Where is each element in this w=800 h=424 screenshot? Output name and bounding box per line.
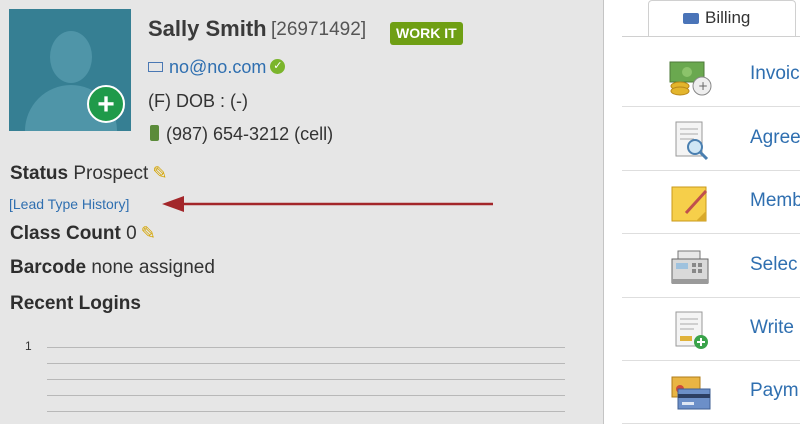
billing-item-label: Memb: [750, 190, 800, 211]
phone-number: (987) 654-3212 (cell): [166, 124, 334, 144]
phone-row: (987) 654-3212 (cell): [150, 124, 333, 145]
billing-item-select[interactable]: Selec: [622, 235, 800, 298]
lead-type-history-link[interactable]: [Lead Type History]: [9, 196, 129, 212]
billing-item-membership[interactable]: Memb: [622, 171, 800, 234]
gender-dob: (F) DOB : (-): [148, 91, 248, 111]
member-name: Sally Smith: [148, 16, 267, 41]
cash-register-icon: [671, 250, 709, 284]
edit-status-pencil-icon[interactable]: ✎: [152, 163, 167, 184]
tab-divider: [622, 36, 800, 37]
svg-text:+: +: [698, 79, 708, 93]
billing-item-label: Agree: [750, 127, 800, 148]
write-document-icon: [675, 311, 708, 349]
mobile-phone-icon: [150, 125, 159, 142]
billing-item-label: Selec: [750, 254, 798, 275]
barcode-label: Barcode: [10, 257, 87, 278]
status-row: Status Prospect ✎: [10, 163, 167, 185]
chart-y-tick-label: 1: [25, 339, 32, 353]
class-count-label: Class Count: [10, 223, 121, 244]
billing-item-label: Invoic: [750, 63, 800, 84]
avatar[interactable]: +: [9, 9, 131, 131]
tab-billing[interactable]: Billing: [648, 0, 796, 36]
work-it-button[interactable]: WORK IT: [390, 22, 463, 45]
billing-item-label: Paym: [750, 380, 799, 401]
annotation-arrow: [162, 196, 493, 212]
avatar-head-silhouette: [50, 31, 92, 83]
email-link[interactable]: no@no.com: [169, 57, 266, 77]
billing-panel: Billing + Invoic Agree Memb Selec Write …: [622, 0, 800, 424]
envelope-icon: [148, 62, 163, 72]
status-value: Prospect: [73, 163, 149, 184]
edit-class-count-pencil-icon[interactable]: ✎: [141, 223, 156, 244]
barcode-row: Barcode none assigned: [10, 257, 215, 279]
chart-gridline: [47, 347, 565, 348]
email-row: no@no.com ✓: [148, 57, 286, 78]
barcode-value: none assigned: [91, 257, 215, 278]
status-label: Status: [10, 163, 69, 184]
billing-item-payment[interactable]: Paym: [622, 361, 800, 424]
invoice-coins-icon: +: [669, 61, 712, 96]
chart-gridline: [47, 411, 565, 412]
payment-cards-icon: [671, 376, 711, 410]
billing-item-agreement[interactable]: Agree: [622, 108, 800, 171]
add-photo-icon[interactable]: +: [87, 85, 125, 123]
billing-item-invoice[interactable]: + Invoic: [622, 44, 800, 107]
member-profile-panel: + Sally Smith [26971492] WORK IT no@no.c…: [0, 0, 604, 424]
chart-gridline: [47, 395, 565, 396]
chart-gridline: [47, 363, 565, 364]
verified-check-icon: ✓: [270, 58, 286, 74]
class-count-row: Class Count 0 ✎: [10, 223, 156, 245]
chart-gridline: [47, 379, 565, 380]
credit-card-icon: [683, 13, 699, 24]
billing-item-write[interactable]: Write: [622, 298, 800, 361]
tab-billing-label: Billing: [705, 8, 751, 27]
member-id: [26971492]: [271, 19, 367, 40]
agreement-document-icon: [675, 121, 709, 161]
recent-logins-title: Recent Logins: [10, 293, 141, 314]
membership-note-icon: [671, 186, 708, 222]
class-count-value: 0: [126, 223, 137, 244]
billing-item-label: Write: [750, 317, 794, 338]
